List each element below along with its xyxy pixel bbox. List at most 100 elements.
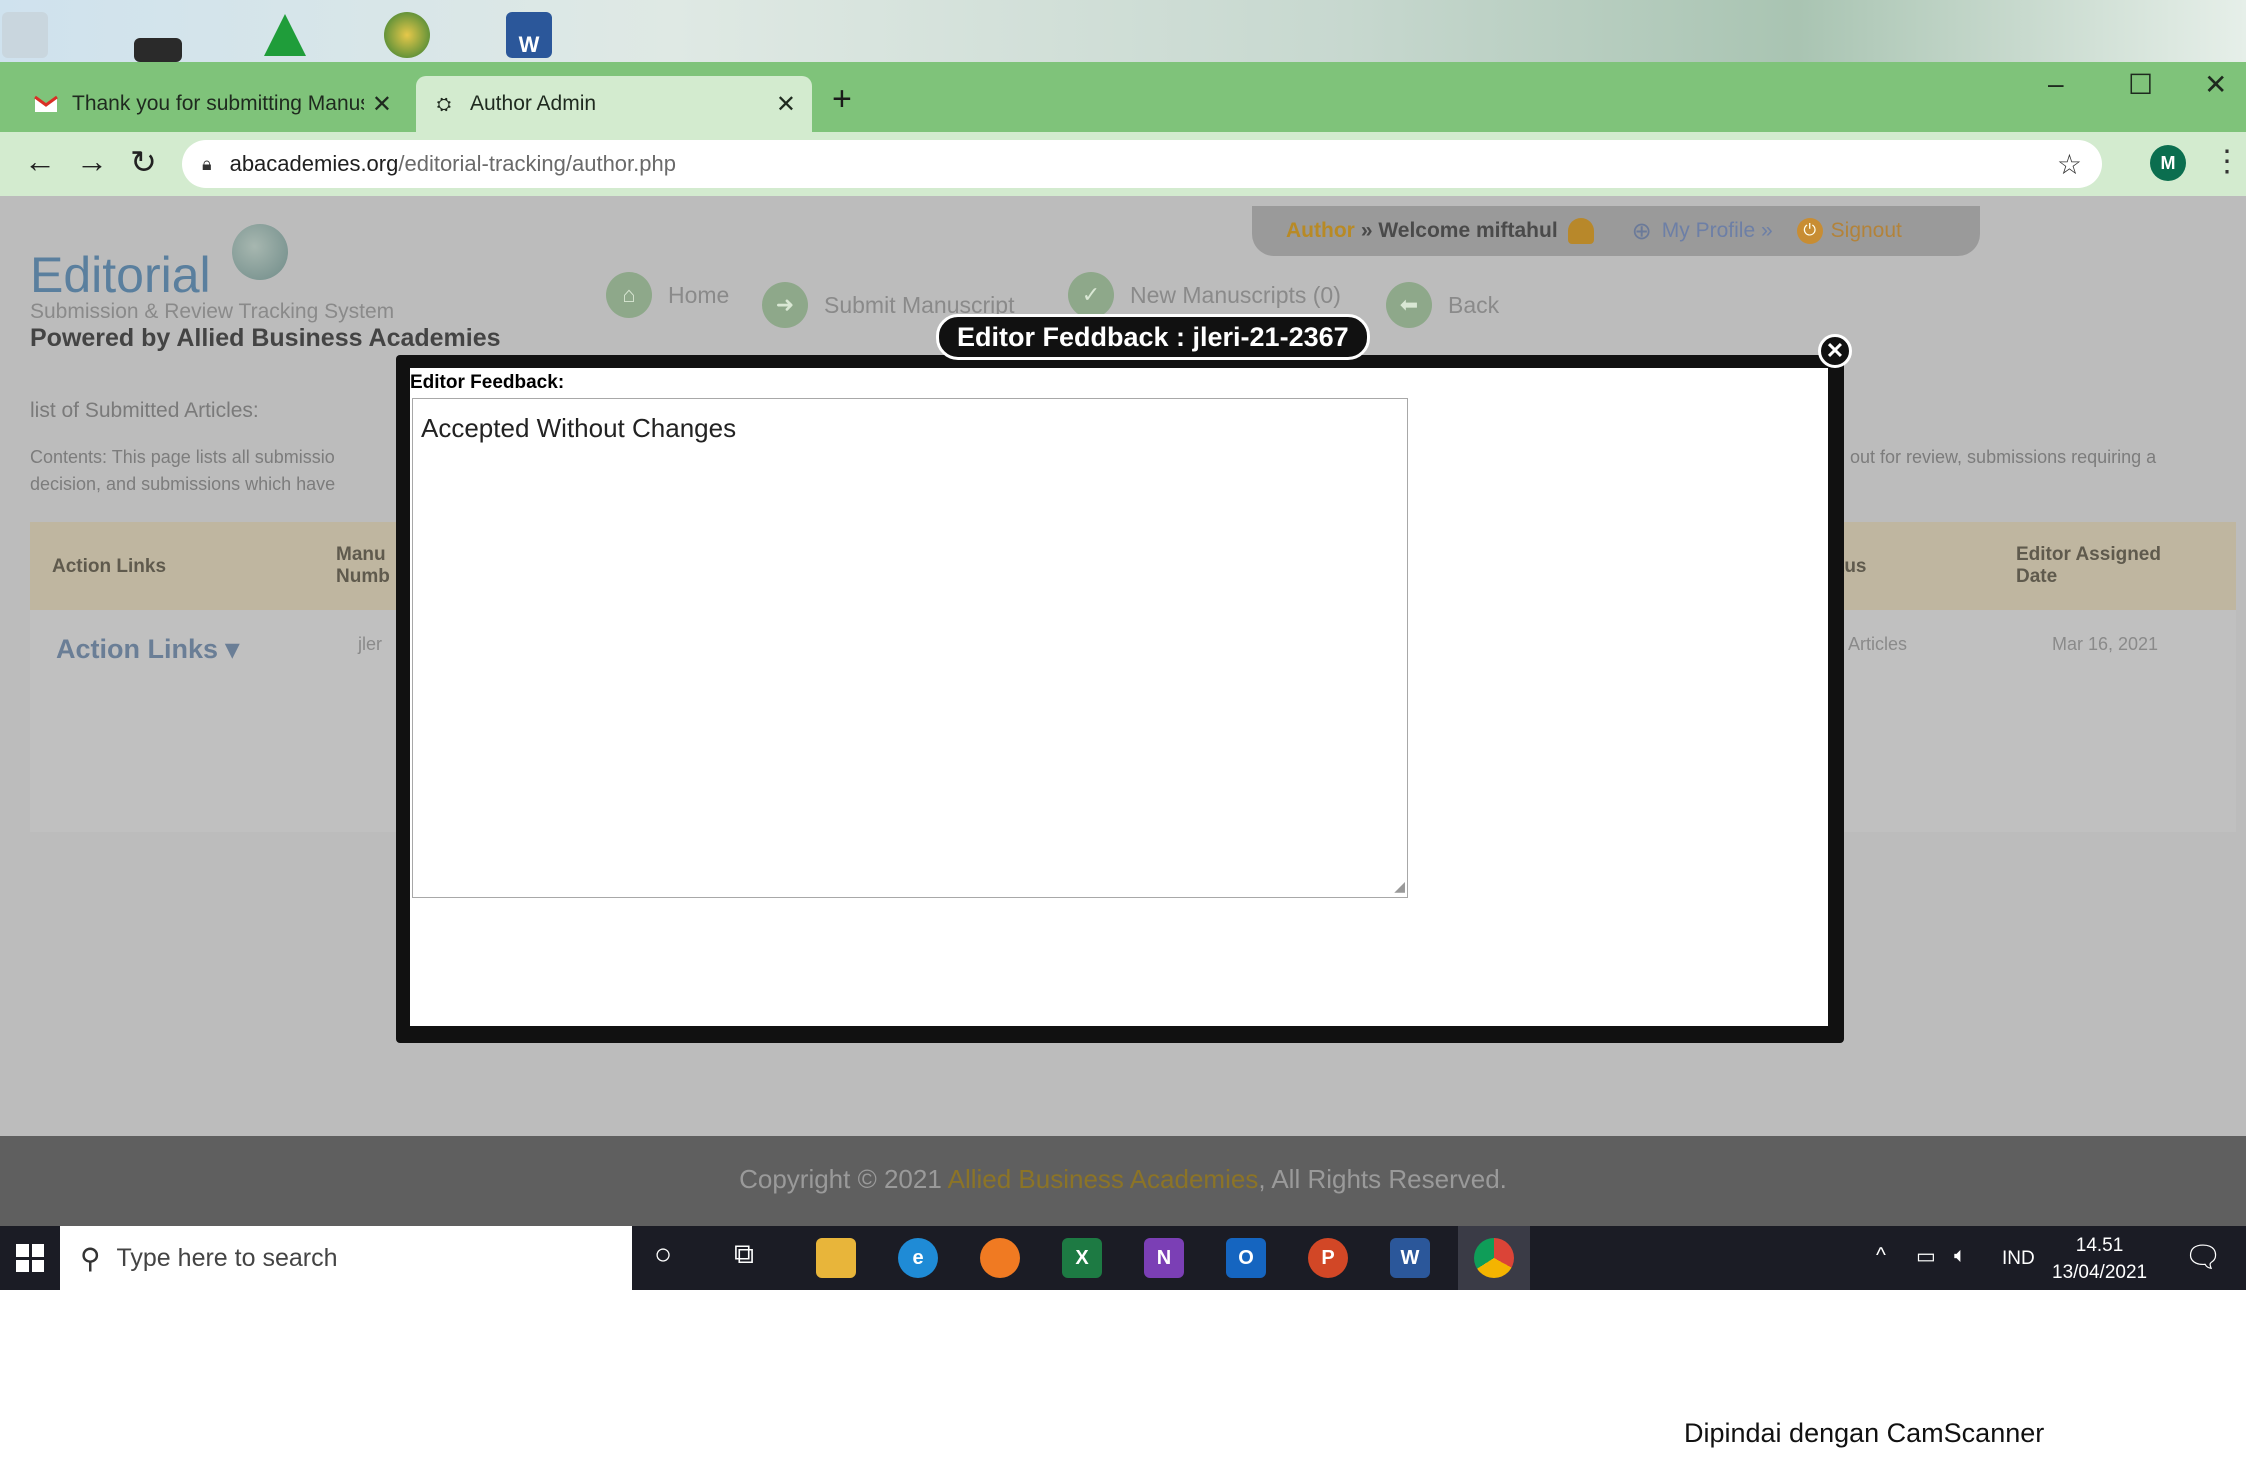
windows-logo-icon xyxy=(16,1244,44,1272)
menu-label: Home xyxy=(668,281,730,308)
my-profile-link[interactable]: My Profile » xyxy=(1662,219,1773,243)
action-links-dropdown[interactable]: Action Links ▾ xyxy=(56,634,239,665)
menu-label: New Manuscripts (0) xyxy=(1130,281,1341,308)
feedback-text: Accepted Without Changes xyxy=(421,413,737,443)
maximize-icon[interactable]: ☐ xyxy=(2128,68,2153,101)
menu-back[interactable]: ⬅ Back xyxy=(1386,282,1499,328)
home-icon: ⌂ xyxy=(606,272,652,318)
close-tab-icon[interactable]: ✕ xyxy=(372,90,392,119)
search-placeholder: Type here to search xyxy=(116,1243,338,1272)
col-editor-date-line2: Date xyxy=(2016,566,2058,587)
tab-gmail[interactable]: Thank you for submitting Manus ✕ xyxy=(18,76,408,132)
editor-date-cell: Mar 16, 2021 xyxy=(2052,634,2159,654)
signout-link[interactable]: Signout xyxy=(1831,219,1902,243)
notification-icon[interactable]: 🗨︎ xyxy=(2184,1240,2222,1275)
outlook-icon[interactable]: O xyxy=(1226,1238,1266,1278)
resize-grip-icon[interactable]: ◢ xyxy=(1394,878,1405,895)
arrow-right-icon: ➜ xyxy=(762,282,808,328)
col-action-links: Action Links xyxy=(52,556,167,577)
show-hidden-icons[interactable]: ^ xyxy=(1876,1244,1886,1268)
chrome-icon xyxy=(1474,1238,1514,1278)
url-domain: abacademies.org xyxy=(229,151,399,176)
col-manuscript-line1: Manu xyxy=(336,544,386,565)
back-arrow-icon[interactable]: ← xyxy=(24,143,56,180)
clock-date: 13/04/2021 xyxy=(2052,1262,2148,1283)
copyright-suffix: , All Rights Reserved. xyxy=(1258,1164,1507,1194)
col-editor-date-line1: Editor Assigned xyxy=(2016,544,2161,565)
tab-author-admin[interactable]: ⛭ Author Admin ✕ xyxy=(416,76,812,132)
app-shortcut-icon[interactable] xyxy=(134,38,182,62)
modal-title: Editor Feddback : jleri-21-2367 xyxy=(936,314,1370,360)
search-icon: ⚲ xyxy=(80,1242,101,1274)
forward-arrow-icon[interactable]: → xyxy=(76,143,108,180)
document-icon: ✓ xyxy=(1068,272,1114,318)
globe-logo-icon xyxy=(232,224,288,280)
browser-tab-strip: Thank you for submitting Manus ✕ ⛭ Autho… xyxy=(0,62,2246,132)
firefox-icon[interactable] xyxy=(980,1238,1020,1278)
arrow-left-icon: ⬅ xyxy=(1386,282,1432,328)
reload-icon[interactable]: ↻ xyxy=(130,143,157,181)
desktop-background: W xyxy=(0,0,2246,62)
windows-taskbar: ⚲ Type here to search ○ ⧉ e X N O P W ^ … xyxy=(0,1226,2246,1290)
battery-icon[interactable]: ▭ xyxy=(1916,1244,1936,1269)
url-path: /editorial-tracking/author.php xyxy=(398,151,676,176)
power-icon: ⏻ xyxy=(1796,218,1823,244)
recycle-bin-icon[interactable] xyxy=(2,12,48,58)
site-icon: ⛭ xyxy=(436,93,452,114)
onenote-icon[interactable]: N xyxy=(1144,1238,1184,1278)
site-logo-title[interactable]: Editorial xyxy=(30,246,211,304)
close-tab-icon[interactable]: ✕ xyxy=(776,90,796,119)
new-tab-icon[interactable]: + xyxy=(832,80,852,119)
powerpoint-icon[interactable]: P xyxy=(1308,1238,1348,1278)
col-editor-date: Editor Assigned Date xyxy=(2016,544,2161,588)
scanner-watermark: Dipindai dengan CamScanner xyxy=(1684,1418,2045,1448)
screenshot: W Thank you for submitting Manus ✕ ⛭ Aut… xyxy=(0,0,2246,1290)
language-indicator[interactable]: IND xyxy=(2002,1248,2035,1270)
powered-by: Powered by Allied Business Academies xyxy=(30,324,501,352)
start-button[interactable] xyxy=(0,1226,60,1290)
copyright-text: Copyright © 2021 Allied Business Academi… xyxy=(0,1164,2246,1195)
welcome-text: » Welcome miftahul xyxy=(1360,219,1558,242)
copyright-prefix: Copyright © 2021 xyxy=(739,1164,948,1194)
col-manuscript-line2: Numb xyxy=(336,566,390,587)
clock-time: 14.51 xyxy=(2075,1235,2124,1256)
list-title: list of Submitted Articles: xyxy=(30,399,259,422)
footer-brand-link[interactable]: Allied Business Academies xyxy=(948,1164,1259,1194)
volume-icon[interactable]: 🔈︎ xyxy=(1954,1244,1967,1268)
user-role: Author xyxy=(1286,219,1355,242)
manuscript-number-cell[interactable]: jler xyxy=(358,634,382,655)
edge-icon[interactable]: e xyxy=(898,1238,938,1278)
col-manuscript: Manu Numb xyxy=(336,544,390,588)
plus-circle-icon: ⊕ xyxy=(1631,217,1652,245)
status-cell: Articles xyxy=(1848,634,1908,654)
word-icon[interactable]: W xyxy=(1390,1238,1430,1278)
menu-new-manuscripts[interactable]: ✓ New Manuscripts (0) xyxy=(1068,272,1341,318)
cortana-icon[interactable]: ○ xyxy=(654,1238,672,1272)
profile-avatar[interactable]: M xyxy=(2150,145,2186,181)
user-icon xyxy=(1567,218,1594,244)
user-bar: Author » Welcome miftahul ⊕ My Profile »… xyxy=(1252,206,1980,256)
system-clock[interactable]: 14.51 13/04/2021 xyxy=(2052,1232,2147,1286)
contents-right-text: out for review, submissions requiring a xyxy=(1850,447,2157,467)
tab-label: Thank you for submitting Manus xyxy=(72,92,364,115)
browser-menu-icon[interactable]: ⋮ xyxy=(2212,144,2242,179)
task-view-icon[interactable]: ⧉ xyxy=(734,1238,754,1271)
green-app-icon[interactable] xyxy=(262,12,308,58)
excel-icon[interactable]: X xyxy=(1062,1238,1102,1278)
address-bar[interactable]: 🔒︎ abacademies.org/editorial-tracking/au… xyxy=(182,140,2102,188)
feedback-textarea[interactable]: Accepted Without Changes ◢ xyxy=(412,398,1408,898)
lock-icon[interactable]: 🔒︎ xyxy=(202,154,212,175)
browser-shortcut-icon[interactable] xyxy=(384,12,430,58)
word-shortcut-icon[interactable]: W xyxy=(506,12,552,58)
feedback-label: Editor Feedback: xyxy=(410,372,565,393)
site-subtitle: Submission & Review Tracking System xyxy=(30,300,395,323)
menu-label: Back xyxy=(1448,291,1500,318)
menu-home[interactable]: ⌂ Home xyxy=(606,272,729,318)
minimize-icon[interactable]: – xyxy=(2048,68,2064,100)
modal-close-icon[interactable]: ✕ xyxy=(1818,334,1852,368)
bookmark-star-icon[interactable]: ☆ xyxy=(2057,148,2082,181)
file-explorer-icon[interactable] xyxy=(816,1238,856,1278)
page-footer: Copyright © 2021 Allied Business Academi… xyxy=(0,1136,2246,1226)
close-window-icon[interactable]: ✕ xyxy=(2204,68,2227,101)
taskbar-search[interactable]: ⚲ Type here to search xyxy=(60,1226,632,1290)
